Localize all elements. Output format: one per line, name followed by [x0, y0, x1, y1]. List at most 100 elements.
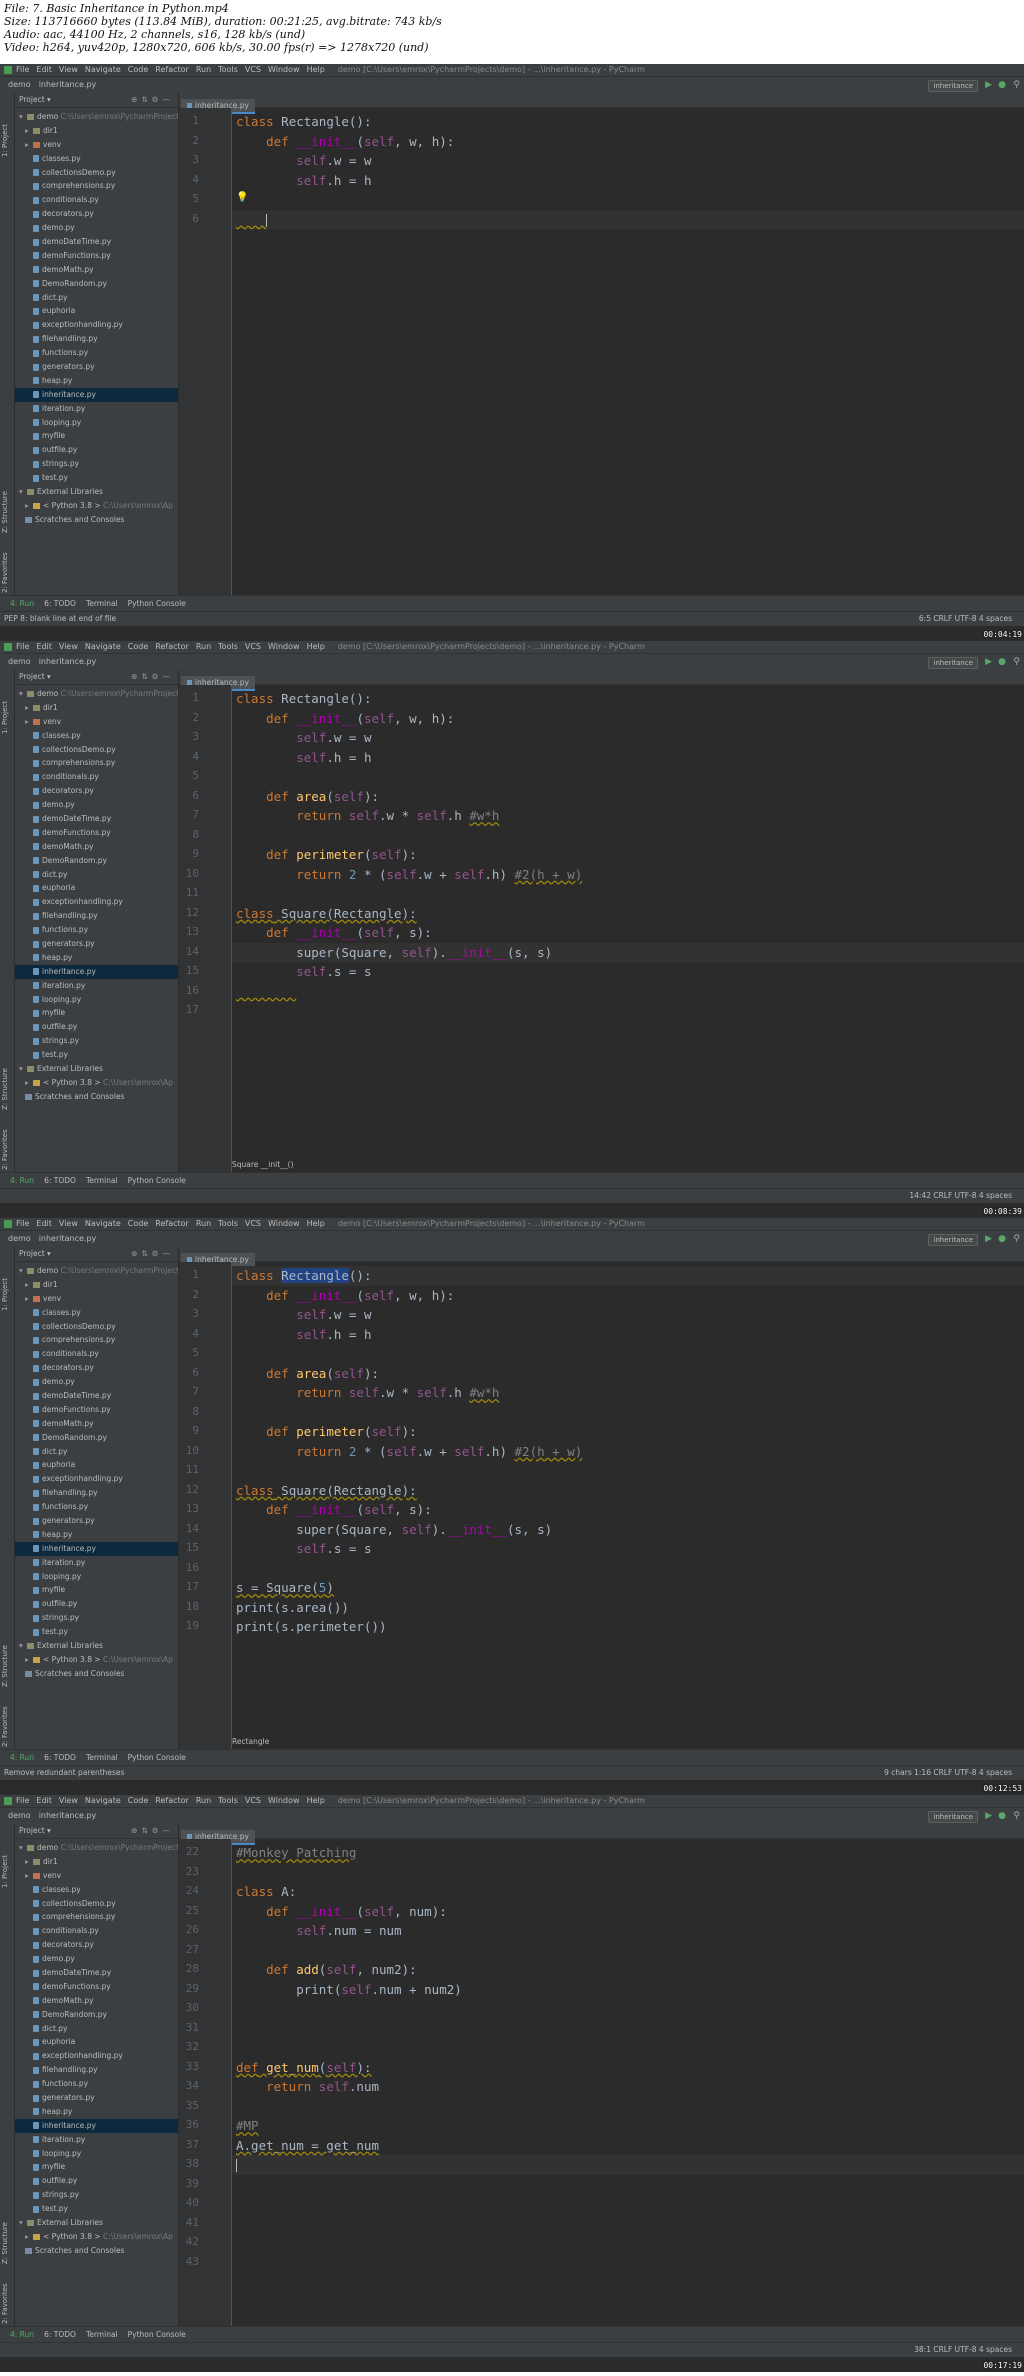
menu-help[interactable]: Help: [307, 1219, 325, 1228]
tree-item[interactable]: strings.py: [15, 1611, 178, 1625]
menu-run[interactable]: Run: [196, 1796, 211, 1805]
collapse-arrow-icon[interactable]: ▸: [25, 2230, 33, 2244]
code-line[interactable]: self.w = w: [236, 1307, 371, 1322]
menu-window[interactable]: Window: [268, 1219, 300, 1228]
tree-item[interactable]: Scratches and Consoles: [15, 1090, 178, 1104]
run-configuration-select[interactable]: inheritance: [928, 1811, 978, 1823]
tool-tab-structure[interactable]: Z: Structure: [1, 473, 13, 533]
tree-item[interactable]: iteration.py: [15, 402, 178, 416]
cursor-position-info[interactable]: 14:42 CRLF UTF-8 4 spaces: [909, 1189, 1012, 1203]
code-line[interactable]: self.w = w: [236, 730, 371, 745]
locate-icon[interactable]: ⊕: [131, 1826, 141, 1835]
gear-icon[interactable]: ⚙: [152, 95, 163, 104]
tree-item[interactable]: demoFunctions.py: [15, 1980, 178, 1994]
tree-item[interactable]: DemoRandom.py: [15, 2008, 178, 2022]
code-line[interactable]: self.h = h: [236, 750, 371, 765]
code-line[interactable]: super(Square, self).__init__(s, s): [236, 945, 552, 960]
code-line[interactable]: def __init__(self, num):: [236, 1904, 447, 1919]
run-icon[interactable]: ▶: [985, 1811, 992, 1821]
tree-item[interactable]: inheritance.py: [15, 2118, 178, 2133]
expand-arrow-icon[interactable]: ▾: [19, 1264, 27, 1278]
menu-navigate[interactable]: Navigate: [85, 65, 121, 74]
tree-item[interactable]: demoDateTime.py: [15, 235, 178, 249]
tree-item[interactable]: looping.py: [15, 2147, 178, 2161]
debug-icon[interactable]: ●: [998, 80, 1006, 90]
tree-item[interactable]: ▾ demo C:\Users\emrox\PycharmProjects: [15, 1264, 178, 1278]
tool-tab-structure[interactable]: Z: Structure: [1, 1627, 13, 1687]
code-breadcrumb[interactable]: Square __init__(): [232, 1158, 1024, 1172]
menu-view[interactable]: View: [59, 1219, 78, 1228]
menu-file[interactable]: File: [16, 642, 29, 651]
tree-item[interactable]: ▸ < Python 3.8 > C:\Users\emrox\Ap: [15, 2230, 178, 2244]
menu-vcs[interactable]: VCS: [245, 642, 261, 651]
tool-python-console-button[interactable]: Python Console: [128, 599, 186, 608]
menu-tools[interactable]: Tools: [218, 65, 238, 74]
tree-item[interactable]: classes.py: [15, 152, 178, 166]
collapse-arrow-icon[interactable]: ▸: [25, 715, 33, 729]
collapse-arrow-icon[interactable]: ▸: [25, 124, 33, 138]
tool-todo-button[interactable]: 6: TODO: [44, 1176, 76, 1185]
tree-item[interactable]: filehandling.py: [15, 2063, 178, 2077]
tree-item[interactable]: exceptionhandling.py: [15, 318, 178, 332]
code-line[interactable]: self.w = w: [236, 153, 371, 168]
code-area[interactable]: class Rectangle(): def __init__(self, w,…: [232, 108, 1024, 595]
menu-code[interactable]: Code: [128, 642, 148, 651]
locate-icon[interactable]: ⊕: [131, 95, 141, 104]
menu-file[interactable]: File: [16, 1796, 29, 1805]
tree-item[interactable]: ▸ venv: [15, 715, 178, 729]
tool-tab-project[interactable]: 1: Project: [1, 1251, 13, 1311]
tree-item[interactable]: demoMath.py: [15, 1417, 178, 1431]
tree-item[interactable]: collectionsDemo.py: [15, 1320, 178, 1334]
tree-item[interactable]: demoFunctions.py: [15, 826, 178, 840]
run-icon[interactable]: ▶: [985, 80, 992, 90]
tool-terminal-button[interactable]: Terminal: [86, 1176, 118, 1185]
tree-item[interactable]: decorators.py: [15, 207, 178, 221]
expand-arrow-icon[interactable]: ▾: [19, 687, 27, 701]
tree-item[interactable]: filehandling.py: [15, 1486, 178, 1500]
tree-item[interactable]: looping.py: [15, 1570, 178, 1584]
code-line[interactable]: def perimeter(self):: [236, 1424, 417, 1439]
menu-help[interactable]: Help: [307, 65, 325, 74]
tool-terminal-button[interactable]: Terminal: [86, 599, 118, 608]
expand-arrow-icon[interactable]: ▾: [19, 1639, 27, 1653]
tree-item[interactable]: ▸ < Python 3.8 > C:\Users\emrox\Ap: [15, 1653, 178, 1667]
collapse-icon[interactable]: ⇅: [141, 672, 151, 681]
menu-file[interactable]: File: [16, 65, 29, 74]
tree-item[interactable]: ▸ dir1: [15, 701, 178, 715]
code-line[interactable]: class Rectangle():: [236, 114, 371, 129]
breadcrumb-file[interactable]: inheritance.py: [39, 80, 97, 89]
menu-edit[interactable]: Edit: [36, 1796, 52, 1805]
expand-arrow-icon[interactable]: ▾: [19, 110, 27, 124]
locate-icon[interactable]: ⊕: [131, 672, 141, 681]
tree-item[interactable]: conditionals.py: [15, 1347, 178, 1361]
tool-python-console-button[interactable]: Python Console: [128, 1176, 186, 1185]
code-line[interactable]: self.h = h: [236, 1327, 371, 1342]
breadcrumb-project[interactable]: demo: [8, 657, 31, 666]
tree-item[interactable]: generators.py: [15, 1514, 178, 1528]
menu-tools[interactable]: Tools: [218, 1219, 238, 1228]
tree-item[interactable]: iteration.py: [15, 2133, 178, 2147]
code-line[interactable]: class Square(Rectangle):: [236, 906, 417, 921]
tree-item[interactable]: filehandling.py: [15, 909, 178, 923]
tree-item[interactable]: dict.py: [15, 1445, 178, 1459]
menu-window[interactable]: Window: [268, 642, 300, 651]
cursor-position-info[interactable]: 6:5 CRLF UTF-8 4 spaces: [919, 612, 1012, 626]
tree-item[interactable]: euphoria: [15, 1458, 178, 1472]
run-configuration-select[interactable]: inheritance: [928, 80, 978, 92]
expand-arrow-icon[interactable]: ▾: [19, 485, 27, 499]
menu-help[interactable]: Help: [307, 642, 325, 651]
tree-item[interactable]: test.py: [15, 1048, 178, 1062]
tree-item[interactable]: euphoria: [15, 881, 178, 895]
tree-item[interactable]: collectionsDemo.py: [15, 1897, 178, 1911]
tree-item[interactable]: demoDateTime.py: [15, 1389, 178, 1403]
code-line[interactable]: self.num = num: [236, 1923, 401, 1938]
menu-view[interactable]: View: [59, 642, 78, 651]
tree-item[interactable]: demo.py: [15, 1375, 178, 1389]
run-configuration-select[interactable]: inheritance: [928, 657, 978, 669]
tree-item[interactable]: dict.py: [15, 291, 178, 305]
code-line[interactable]: def area(self):: [236, 1366, 379, 1381]
code-line[interactable]: self.s = s: [236, 1541, 371, 1556]
tree-item[interactable]: demo.py: [15, 1952, 178, 1966]
menu-window[interactable]: Window: [268, 65, 300, 74]
code-area[interactable]: class Rectangle(): def __init__(self, w,…: [232, 1262, 1024, 1749]
